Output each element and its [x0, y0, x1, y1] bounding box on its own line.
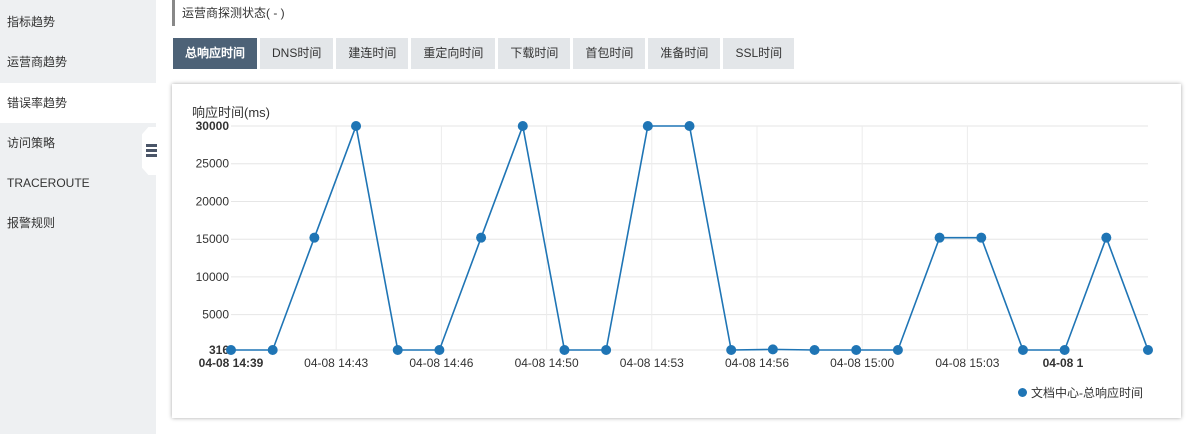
- carrier-probe-status: 运营商探测状态( - ): [172, 0, 285, 26]
- data-point: [226, 345, 236, 355]
- series-line: [231, 123, 1149, 351]
- data-point: [309, 232, 320, 243]
- chart-legend[interactable]: 文档中心-总响应时间: [1018, 384, 1143, 401]
- y-tick-label: 30000: [196, 119, 230, 133]
- x-tick-label: 04-08 14:43: [304, 356, 368, 370]
- data-point: [559, 345, 570, 355]
- data-point: [267, 345, 278, 355]
- response-time-chart: 3165000100001500020000250003000004-08 14…: [196, 119, 1153, 370]
- x-tick-label: 04-08 15:03: [935, 356, 999, 370]
- sidebar-item[interactable]: TRACEROUTE: [0, 163, 156, 203]
- tab[interactable]: 准备时间: [648, 38, 721, 69]
- y-tick-label: 15000: [196, 232, 230, 246]
- data-point: [809, 345, 820, 355]
- sidebar: 指标趋势 运营商趋势 错误率趋势 访问策略 TRACEROUTE 报警规则: [0, 0, 156, 434]
- tab[interactable]: 总响应时间: [173, 38, 258, 69]
- data-point: [1017, 345, 1028, 355]
- sidebar-item[interactable]: 指标趋势: [0, 2, 156, 42]
- tab[interactable]: DNS时间: [260, 38, 334, 69]
- data-point: [851, 345, 862, 355]
- y-tick-label: 5000: [202, 308, 229, 322]
- data-point: [767, 344, 778, 355]
- x-tick-label: 04-08 1: [1043, 356, 1084, 370]
- y-tick-label: 10000: [196, 270, 230, 284]
- sidebar-item[interactable]: 运营商趋势: [0, 42, 156, 82]
- menu-icon: [146, 144, 157, 158]
- y-tick-label: 20000: [196, 194, 230, 208]
- metric-tabs: 总响应时间 DNS时间 建连时间 重定向时间 下载时间 首包时间 准备时间 SSL时间: [173, 38, 797, 69]
- tab[interactable]: SSL时间: [723, 38, 795, 69]
- data-point: [434, 345, 445, 355]
- data-point: [476, 232, 487, 243]
- tab[interactable]: 建连时间: [336, 38, 409, 69]
- sidebar-collapse-handle[interactable]: [142, 127, 158, 175]
- data-point: [517, 121, 528, 131]
- x-tick-label: 04-08 14:39: [199, 356, 264, 370]
- data-point: [684, 121, 695, 131]
- data-point: [976, 232, 987, 243]
- legend-label: 文档中心-总响应时间: [1031, 386, 1143, 400]
- data-point: [351, 121, 362, 131]
- data-point: [642, 121, 653, 131]
- chart-panel: 响应时间(ms) 316 5000 10000 15000 20000 25000 3000…: [172, 84, 1181, 418]
- sidebar-item[interactable]: 访问策略: [0, 123, 156, 163]
- sidebar-item[interactable]: 报警规则: [0, 203, 156, 243]
- x-tick-label: 04-08 15:00: [830, 356, 894, 370]
- sidebar-item[interactable]: 错误率趋势: [0, 83, 156, 123]
- data-point: [726, 345, 737, 355]
- x-tick-label: 04-08 14:56: [725, 356, 789, 370]
- data-point: [601, 345, 612, 355]
- data-point: [1143, 345, 1153, 355]
- tab[interactable]: 下载时间: [498, 38, 571, 69]
- data-point: [934, 232, 945, 243]
- data-point: [1059, 345, 1070, 355]
- x-tick-label: 04-08 14:46: [409, 356, 473, 370]
- data-point: [892, 345, 903, 355]
- legend-dot-icon: [1018, 388, 1027, 397]
- data-point: [1101, 232, 1112, 243]
- x-tick-label: 04-08 14:50: [515, 356, 579, 370]
- tab[interactable]: 重定向时间: [411, 38, 496, 69]
- data-point: [392, 345, 403, 355]
- tab[interactable]: 首包时间: [573, 38, 646, 69]
- y-tick-label: 25000: [196, 157, 230, 171]
- x-tick-label: 04-08 14:53: [620, 356, 684, 370]
